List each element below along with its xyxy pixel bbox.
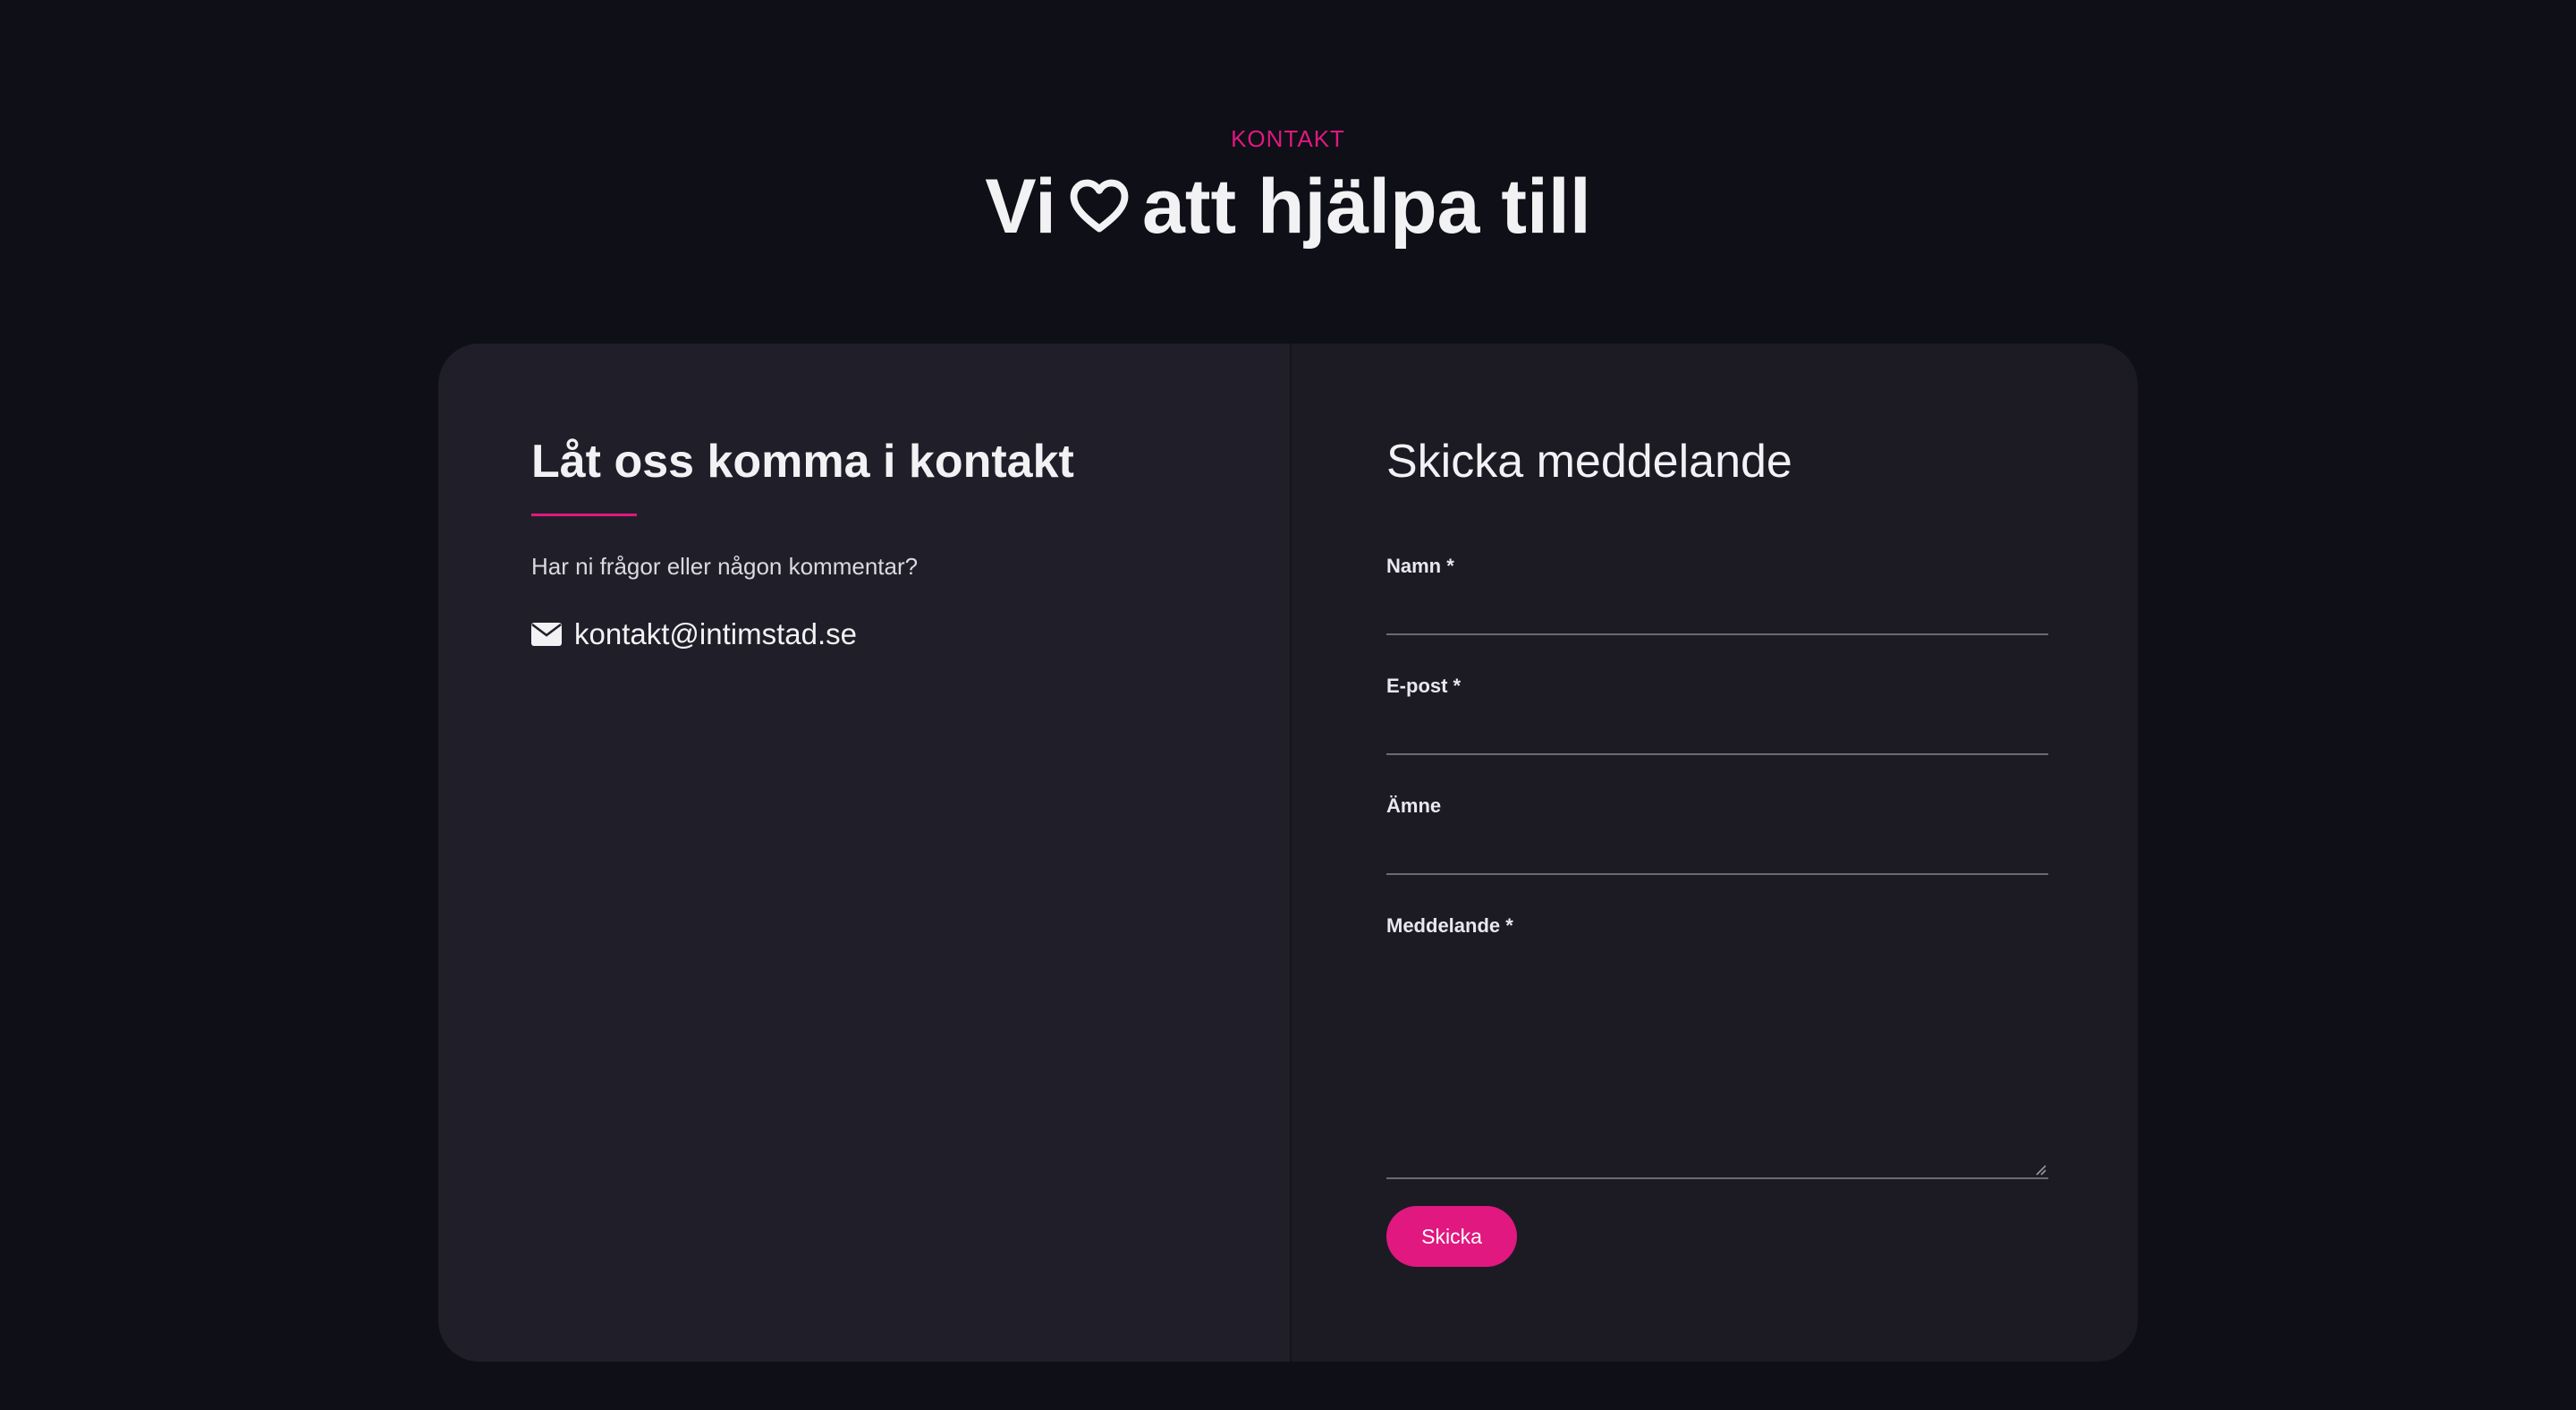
title-text-after: att hjälpa till <box>1141 164 1591 250</box>
message-label: Meddelande * <box>1386 914 1513 937</box>
envelope-icon <box>531 623 562 646</box>
subject-label: Ämne <box>1386 794 1442 817</box>
subject-field-group: Ämne <box>1386 794 2048 875</box>
message-form-panel: Skicka meddelande Namn * E-post * Ämne M… <box>1290 344 2138 1362</box>
subject-input[interactable] <box>1386 828 2048 875</box>
contact-info-title: Låt oss komma i kontakt <box>531 436 1074 488</box>
email-input[interactable] <box>1386 709 2048 755</box>
email-field-group: E-post * <box>1386 675 2048 755</box>
name-input[interactable] <box>1386 589 2048 635</box>
section-eyebrow: KONTAKT <box>1231 125 1345 152</box>
title-underline <box>531 514 637 516</box>
email-contact-row: kontakt@intimstad.se <box>531 617 857 651</box>
contact-card: Låt oss komma i kontakt Har ni frågor el… <box>438 344 2138 1362</box>
contact-page: KONTAKT Vi att hjälpa till Låt oss komma … <box>0 0 2576 1410</box>
page-title: Vi att hjälpa till <box>0 159 2576 254</box>
submit-button[interactable]: Skicka <box>1386 1206 1517 1267</box>
name-label: Namn * <box>1386 555 1454 577</box>
contact-info-subtitle: Har ni frågor eller någon kommentar? <box>531 553 919 580</box>
form-title: Skicka meddelande <box>1386 436 1792 488</box>
email-label: E-post * <box>1386 675 1462 697</box>
message-field-group: Meddelande * <box>1386 914 2048 1179</box>
name-field-group: Namn * <box>1386 555 2048 635</box>
heart-outline-icon <box>1070 179 1129 233</box>
resize-grip-icon[interactable] <box>2034 1163 2046 1176</box>
message-textarea[interactable] <box>1386 950 2048 1179</box>
title-text-before: Vi <box>985 164 1056 250</box>
contact-info-panel: Låt oss komma i kontakt Har ni frågor el… <box>438 344 1290 1362</box>
email-link[interactable]: kontakt@intimstad.se <box>574 617 857 651</box>
